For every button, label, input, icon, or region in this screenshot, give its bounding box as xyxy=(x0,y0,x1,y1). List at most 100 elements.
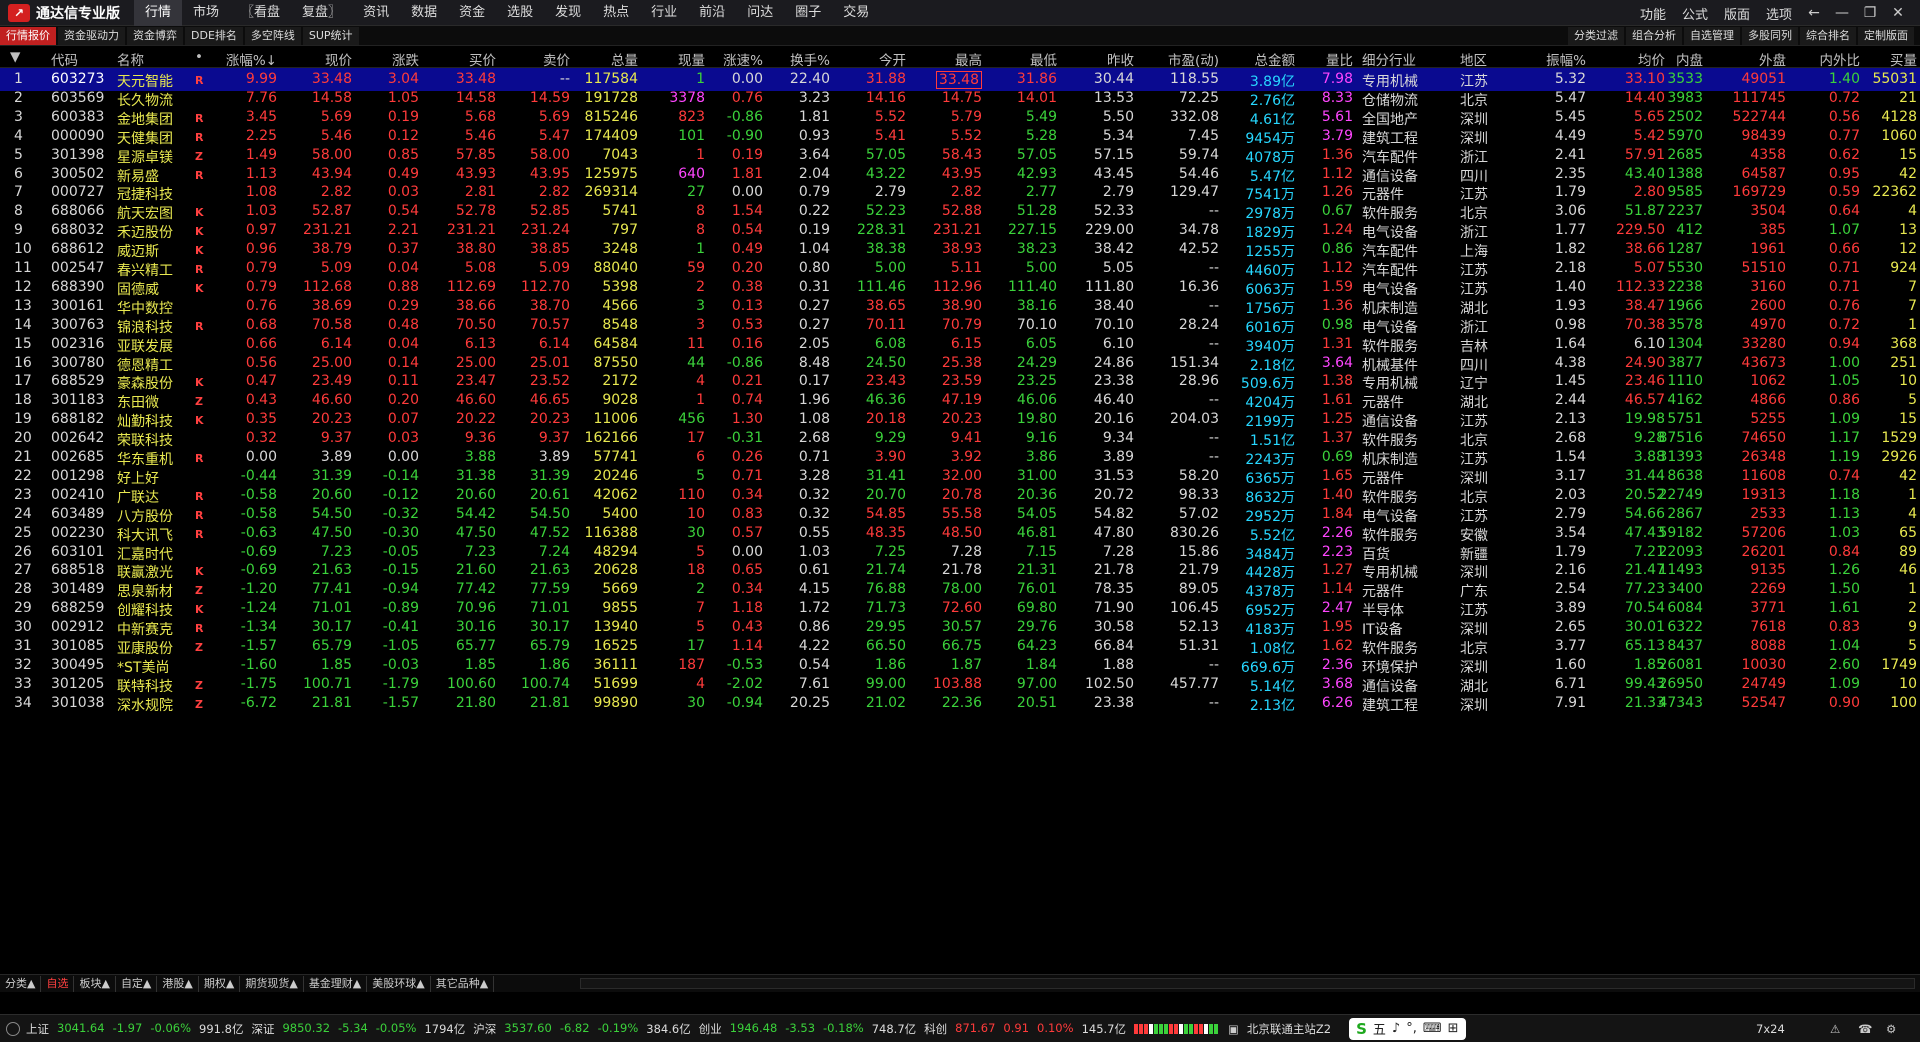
column-header-25[interactable]: 外盘 xyxy=(1759,49,1786,69)
column-header-24[interactable]: 内盘 xyxy=(1676,49,1703,69)
alert-icon[interactable]: ⚠ xyxy=(1830,1022,1840,1036)
category-tab-7[interactable]: 基金理财▲ xyxy=(304,975,368,992)
menu-formula[interactable]: 公式 xyxy=(1674,4,1716,23)
table-row[interactable]: 34 301038 深水规院 Z -6.72 21.81 -1.57 21.80 21.81 99… xyxy=(0,692,1920,715)
function-tab-right-0[interactable]: 分类过滤 xyxy=(1568,27,1624,45)
row-cell-col15: 20.51 xyxy=(1016,694,1057,711)
column-header-11[interactable]: 涨速% xyxy=(723,49,763,69)
column-header-27[interactable]: 买量 xyxy=(1890,49,1917,69)
column-header-5[interactable]: 现价 xyxy=(325,49,352,69)
column-header-20[interactable]: 细分行业 xyxy=(1362,49,1416,69)
ime-voice-icon[interactable]: ♪ xyxy=(1392,1021,1400,1036)
minimize-icon[interactable]: — xyxy=(1828,5,1856,21)
index-1-label[interactable]: 深证 xyxy=(251,1021,274,1037)
menu-item-14[interactable]: 交易 xyxy=(832,0,880,26)
sogou-ime-icon[interactable]: S xyxy=(1356,1020,1367,1038)
menu-item-6[interactable]: 资金 xyxy=(448,0,496,26)
ime-punct-icon[interactable]: °, xyxy=(1406,1021,1417,1036)
column-header-13[interactable]: 今开 xyxy=(879,49,906,69)
status-toggle-icon[interactable] xyxy=(6,1021,20,1036)
index-0-label[interactable]: 上证 xyxy=(26,1021,49,1037)
row-cell-col8: 1.86 xyxy=(538,656,570,673)
column-header-21[interactable]: 地区 xyxy=(1460,49,1487,69)
menu-item-12[interactable]: 问达 xyxy=(736,0,784,26)
menu-function[interactable]: 功能 xyxy=(1632,4,1674,23)
menu-item-8[interactable]: 发现 xyxy=(544,0,592,26)
function-tab-right-2[interactable]: 自选管理 xyxy=(1684,27,1740,45)
index-2-label[interactable]: 沪深 xyxy=(473,1021,496,1037)
row-cell-col15: 97.00 xyxy=(1016,675,1057,692)
column-header-12[interactable]: 换手% xyxy=(790,49,830,69)
menu-item-3[interactable]: 复盘〗 xyxy=(291,0,352,26)
category-tab-0[interactable]: 分类▲ xyxy=(0,975,42,992)
function-tab-right-3[interactable]: 多股同列 xyxy=(1742,27,1798,45)
column-header-7[interactable]: 买价 xyxy=(469,49,496,69)
function-tab-right-5[interactable]: 定制版面 xyxy=(1858,27,1914,45)
restore-icon[interactable]: ❐ xyxy=(1856,5,1884,21)
menu-item-4[interactable]: 资讯 xyxy=(352,0,400,26)
row-cell-col0: 7 xyxy=(14,184,23,201)
function-tab-4[interactable]: 多空阵线 xyxy=(244,26,301,45)
row-cell-col7: 14.58 xyxy=(455,89,496,106)
column-header-3[interactable]: • xyxy=(195,49,203,65)
column-header-6[interactable]: 涨跌 xyxy=(392,49,419,69)
news-7x24[interactable]: 7x24 xyxy=(1756,1022,1785,1036)
row-cell-col26: 0.84 xyxy=(1828,543,1860,560)
ime-toolbar[interactable]: S 五 ♪ °, ⌨ ⊞ xyxy=(1349,1017,1466,1040)
column-header-19[interactable]: 量比 xyxy=(1326,49,1353,69)
column-header-4[interactable]: 涨幅%↓ xyxy=(226,49,277,69)
column-header-1[interactable]: 代码 xyxy=(51,49,78,69)
menu-item-2[interactable]: 〖看盘 xyxy=(230,0,291,26)
index-3-label[interactable]: 创业 xyxy=(699,1021,722,1037)
menu-item-1[interactable]: 市场 xyxy=(182,0,230,26)
column-header-8[interactable]: 卖价 xyxy=(543,49,570,69)
category-tab-2[interactable]: 板块▲ xyxy=(74,975,116,992)
category-tab-6[interactable]: 期货现货▲ xyxy=(240,975,304,992)
function-tab-3[interactable]: DDE排名 xyxy=(185,26,243,45)
server-station[interactable]: 北京联通主站Z2 xyxy=(1247,1021,1331,1037)
ime-wubi-icon[interactable]: 五 xyxy=(1373,1019,1386,1038)
function-tab-right-1[interactable]: 组合分析 xyxy=(1626,27,1682,45)
function-tab-1[interactable]: 资金驱动力 xyxy=(58,26,125,45)
row-cell-col6: 0.00 xyxy=(387,449,419,465)
ime-keyboard-icon[interactable]: ⌨ xyxy=(1423,1021,1442,1036)
sort-menu-icon[interactable]: ▼ xyxy=(10,49,20,65)
menu-item-5[interactable]: 数据 xyxy=(400,0,448,26)
ime-menu-icon[interactable]: ⊞ xyxy=(1448,1021,1459,1036)
menu-item-11[interactable]: 前沿 xyxy=(688,0,736,26)
category-tab-5[interactable]: 期权▲ xyxy=(199,975,241,992)
column-header-23[interactable]: 均价 xyxy=(1638,49,1665,69)
menu-layout[interactable]: 版面 xyxy=(1716,4,1758,23)
function-tab-right-4[interactable]: 综合排名 xyxy=(1800,27,1856,45)
menu-item-0[interactable]: 行情 xyxy=(134,0,183,26)
category-tab-3[interactable]: 自定▲ xyxy=(116,975,158,992)
function-tab-0[interactable]: 行情报价 xyxy=(0,26,56,45)
column-header-18[interactable]: 总金额 xyxy=(1255,49,1296,69)
index-4-label[interactable]: 科创 xyxy=(924,1021,947,1037)
column-header-14[interactable]: 最高 xyxy=(955,49,982,69)
column-header-22[interactable]: 振幅% xyxy=(1546,49,1586,69)
column-header-10[interactable]: 现量 xyxy=(678,49,705,69)
menu-item-10[interactable]: 行业 xyxy=(640,0,688,26)
horizontal-scrollbar[interactable] xyxy=(580,978,1915,989)
settings-icon[interactable]: ⚙ xyxy=(1886,1022,1896,1036)
menu-options[interactable]: 选项 xyxy=(1758,4,1800,23)
column-header-16[interactable]: 昨收 xyxy=(1107,49,1134,69)
category-tab-9[interactable]: 其它品种▲ xyxy=(431,975,495,992)
menu-item-7[interactable]: 选股 xyxy=(496,0,544,26)
column-header-2[interactable]: 名称 xyxy=(117,49,144,69)
menu-item-9[interactable]: 热点 xyxy=(592,0,640,26)
column-header-9[interactable]: 总量 xyxy=(611,49,638,69)
category-tab-4[interactable]: 港股▲ xyxy=(157,975,199,992)
column-header-15[interactable]: 最低 xyxy=(1030,49,1057,69)
function-tab-5[interactable]: SUP统计 xyxy=(302,26,359,45)
function-tab-2[interactable]: 资金博弈 xyxy=(127,26,183,45)
phone-icon[interactable]: ☎ xyxy=(1858,1022,1872,1036)
column-header-17[interactable]: 市盈(动) xyxy=(1168,49,1219,69)
menu-item-13[interactable]: 圈子 xyxy=(784,0,832,26)
category-tab-8[interactable]: 美股环球▲ xyxy=(367,975,431,992)
category-tab-1[interactable]: 自选 xyxy=(41,975,75,992)
column-header-26[interactable]: 内外比 xyxy=(1820,49,1861,69)
back-icon[interactable]: ← xyxy=(1800,5,1828,21)
close-icon[interactable]: ✕ xyxy=(1884,5,1912,21)
